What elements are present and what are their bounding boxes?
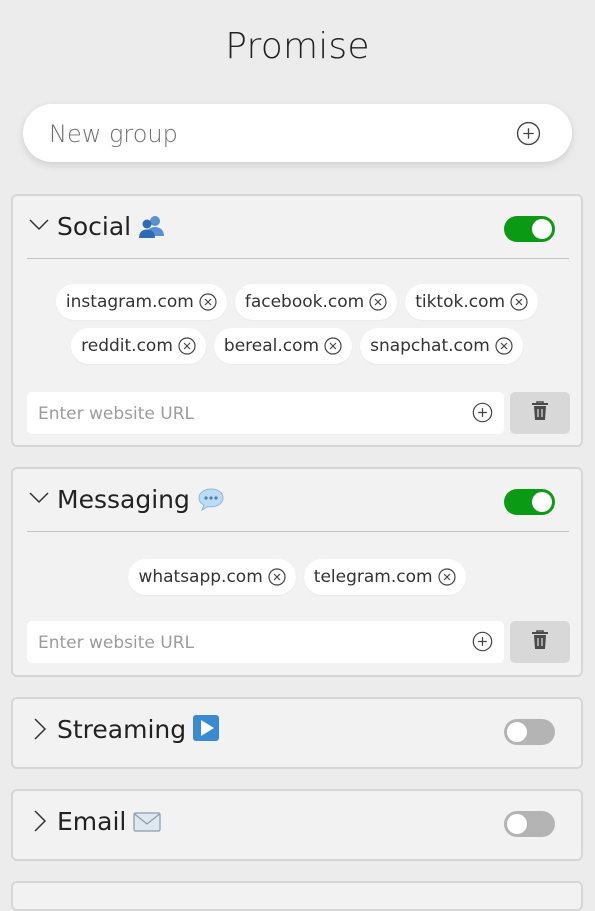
delete-group-button[interactable] [510,621,570,663]
group-card-streaming: Streaming [11,697,583,769]
site-chip: bereal.com [213,328,353,364]
group-toggle[interactable] [504,719,555,745]
chevron-down-icon[interactable] [29,217,49,236]
trash-icon [531,401,549,425]
remove-site-icon[interactable] [324,337,342,355]
chevron-right-icon[interactable] [33,718,47,744]
remove-site-icon[interactable] [510,293,528,311]
site-chip: reddit.com [71,328,206,364]
group-title: Messaging [57,485,225,517]
group-card-email: Email [11,789,583,861]
group-header[interactable]: Streaming [13,699,581,761]
add-site-icon[interactable] [472,402,493,427]
group-title: Streaming [57,715,220,747]
new-group-input[interactable] [47,104,521,164]
remove-site-icon[interactable] [369,293,387,311]
remove-site-icon[interactable] [495,337,513,355]
group-toggle[interactable] [504,489,555,515]
play-button-icon [193,715,220,747]
group-title: Social [57,212,165,244]
remove-site-icon[interactable] [199,293,217,311]
site-list: whatsapp.com telegram.com [23,559,571,595]
people-icon [138,214,165,244]
divider [27,258,569,259]
add-site-icon[interactable] [472,631,493,656]
group-toggle[interactable] [504,811,555,837]
group-header[interactable]: Messaging [13,469,581,531]
group-header[interactable]: Email [13,791,581,853]
site-chip: telegram.com [303,559,466,595]
add-group-icon[interactable] [516,121,541,150]
remove-site-icon[interactable] [437,568,456,586]
group-title: Email [57,807,161,839]
website-url-input[interactable] [36,392,460,436]
group-card-messaging: Messaging whatsapp.com telegram.com [11,467,583,677]
site-list: instagram.com facebook.com tiktok.com re… [23,284,571,364]
trash-icon [531,630,549,654]
speech-bubble-icon [197,487,225,517]
delete-group-button[interactable] [510,392,570,434]
remove-site-icon[interactable] [268,568,286,586]
url-field[interactable] [27,392,504,436]
site-chip: tiktok.com [405,284,539,320]
chevron-right-icon[interactable] [33,810,47,836]
remove-site-icon[interactable] [178,337,196,355]
group-toggle[interactable] [504,216,555,242]
group-card-partial [11,881,583,911]
group-card-social: Social instagram.com facebook.com tiktok… [11,194,583,447]
app-title: Promise [225,26,370,67]
new-group-field[interactable] [23,104,572,164]
divider [27,531,569,532]
site-chip: instagram.com [55,284,227,320]
site-chip: snapchat.com [360,328,523,364]
chevron-down-icon[interactable] [29,490,49,509]
website-url-input[interactable] [36,621,460,665]
site-chip: whatsapp.com [128,559,296,595]
site-chip: facebook.com [234,284,398,320]
envelope-icon [133,810,161,839]
url-field[interactable] [27,621,504,665]
group-header[interactable]: Social [13,196,581,258]
